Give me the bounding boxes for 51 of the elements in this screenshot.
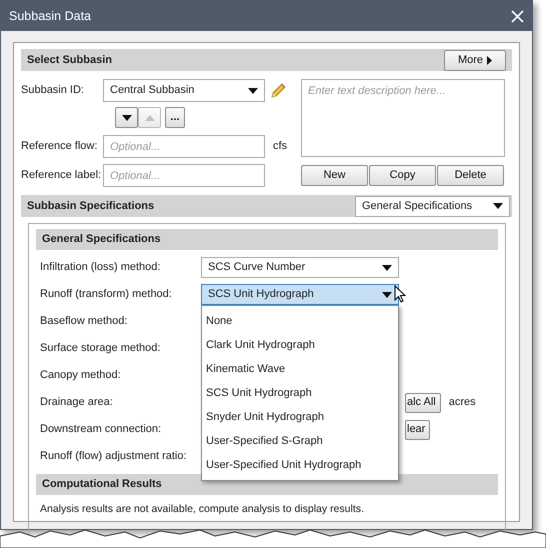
dropdown-option[interactable]: Snyder Unit Hydrograph [202,405,398,429]
action-button[interactable]: Copy [369,165,436,186]
results-message: Analysis results are not available, compute analysis to display results. [39,503,365,517]
dropdown-option[interactable]: None [202,309,398,333]
section-title: Subbasin Specifications [27,198,154,214]
dropdown-option[interactable]: Clark Unit Hydrograph [202,333,398,357]
field-label: Downstream connection: [39,422,162,437]
field-label: Baseflow method: [39,314,128,329]
caret-icon [493,203,503,209]
field-label: Drainage area: [39,395,114,410]
unit-label: cfs [273,139,288,154]
section-title: Select Subbasin [27,52,112,68]
browse-button[interactable]: ... [165,107,185,128]
section-title: General Specifications [42,232,161,247]
caret-icon [122,114,132,120]
subbasin-dropdown[interactable]: Central Subbasin [103,79,265,102]
dropdown-option[interactable]: SCS Unit Hydrograph [202,381,398,405]
text-field[interactable]: Optional... [103,135,265,158]
method-dropdown[interactable]: SCS Unit Hydrograph [201,284,399,305]
view-dropdown[interactable]: General Specifications [355,196,510,216]
field-label: Surface storage method: [39,341,162,356]
caret-icon [487,56,492,64]
pencil-icon[interactable] [269,82,287,100]
dropdown-option[interactable]: Kinematic Wave [202,357,398,381]
field-label: Infiltration (loss) method: [39,260,162,275]
field-label: Runoff (flow) adjustment ratio: [39,449,188,464]
close-icon[interactable] [511,10,524,22]
field-label: Runoff (transform) method: [39,287,173,302]
action-button[interactable]: alc All [405,392,441,412]
move-down-button[interactable] [115,107,138,128]
method-dropdown[interactable]: SCS Curve Number [201,257,399,278]
more-button[interactable]: More [444,50,506,70]
caret-icon [248,88,258,94]
dropdown-option[interactable]: User-Specified Unit Hydrograph [202,453,398,477]
description-field[interactable]: Enter text description here... [301,79,505,157]
cursor-icon [394,285,406,303]
field-label: Canopy method: [39,368,122,383]
field-label: Reference flow: [21,139,98,154]
dropdown-option[interactable]: User-Specified S-Graph [202,429,398,453]
text-field[interactable]: Optional... [103,164,265,187]
caret-icon [382,264,392,270]
field-label: Reference label: [21,168,102,183]
caret-icon [382,292,392,298]
section-title: Computational Results [42,477,162,492]
action-button[interactable]: New [301,165,368,186]
action-button[interactable]: Delete [437,165,504,186]
field-label: Subbasin ID: [21,83,85,98]
action-button[interactable]: lear [405,420,430,440]
window-title: Subbasin Data [9,8,92,24]
unit-label: acres [448,395,476,410]
caret-icon [144,114,154,120]
